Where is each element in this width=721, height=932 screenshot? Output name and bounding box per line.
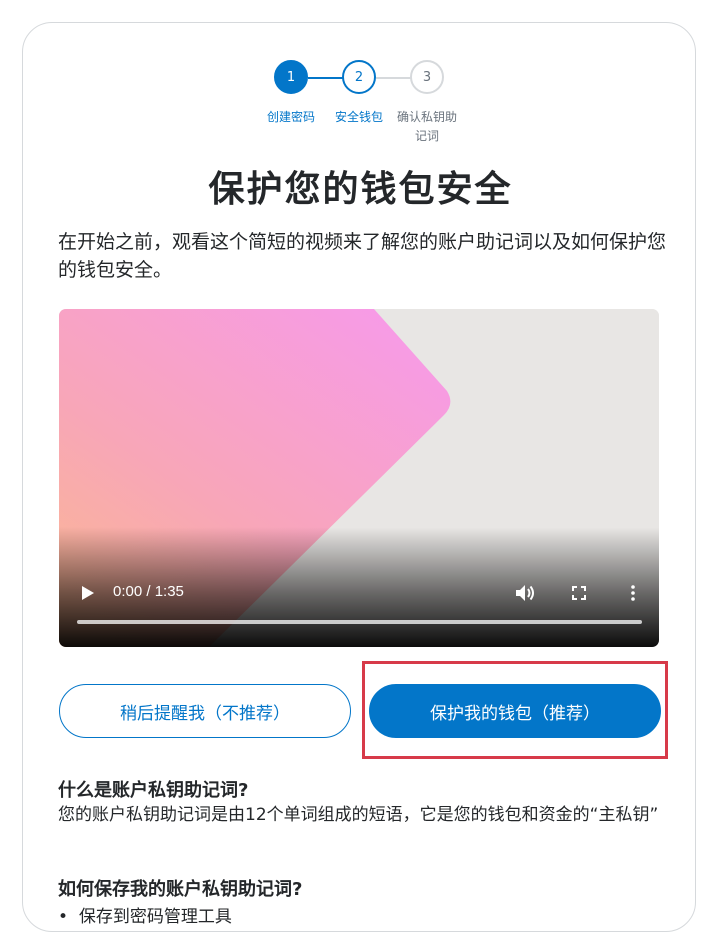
progress-stepper: 1 2 3 创建密码 安全钱包 确认私钥助 记词 — [0, 60, 721, 150]
step-connector-2-3 — [376, 77, 411, 79]
video-progress-bar[interactable] — [77, 620, 642, 624]
step-3-circle: 3 — [410, 60, 444, 94]
step-2-number: 2 — [354, 69, 364, 85]
step-1-circle: 1 — [274, 60, 308, 94]
play-icon[interactable] — [81, 585, 95, 601]
remind-later-button[interactable]: 稍后提醒我（不推荐） — [59, 684, 351, 738]
more-options-icon[interactable] — [630, 585, 636, 601]
highlight-box — [362, 661, 668, 759]
faq-answer-1: 您的账户私钥助记词是由12个单词组成的短语，它是您的钱包和资金的“主私钥” — [58, 805, 659, 825]
step-2-label: 安全钱包 — [334, 110, 383, 124]
tutorial-video-player[interactable]: 0:00 / 1:35 — [59, 309, 659, 647]
volume-icon[interactable] — [515, 584, 537, 602]
faq-question-2: 如何保存我的账户私钥助记词? — [58, 879, 303, 900]
step-connector-1-2 — [308, 77, 343, 79]
faq-bullet-1: • 保存到密码管理工具 — [58, 902, 232, 927]
step-1-label: 创建密码 — [266, 110, 315, 124]
faq-question-1: 什么是账户私钥助记词? — [58, 780, 249, 801]
step-3-number: 3 — [422, 69, 432, 85]
step-3-label: 确认私钥助 记词 — [396, 110, 457, 143]
step-2-circle: 2 — [342, 60, 376, 94]
fullscreen-icon[interactable] — [572, 586, 586, 600]
bullet-text: 保存到密码管理工具 — [78, 907, 232, 927]
page-title: 保护您的钱包安全 — [208, 169, 513, 210]
step-1-number: 1 — [286, 69, 296, 85]
video-time-display: 0:00 / 1:35 — [113, 583, 184, 600]
intro-text: 在开始之前，观看这个简短的视频来了解您的账户助记词以及如何保护您的钱包安全。 — [58, 231, 667, 281]
bullet-marker: • — [58, 907, 79, 927]
